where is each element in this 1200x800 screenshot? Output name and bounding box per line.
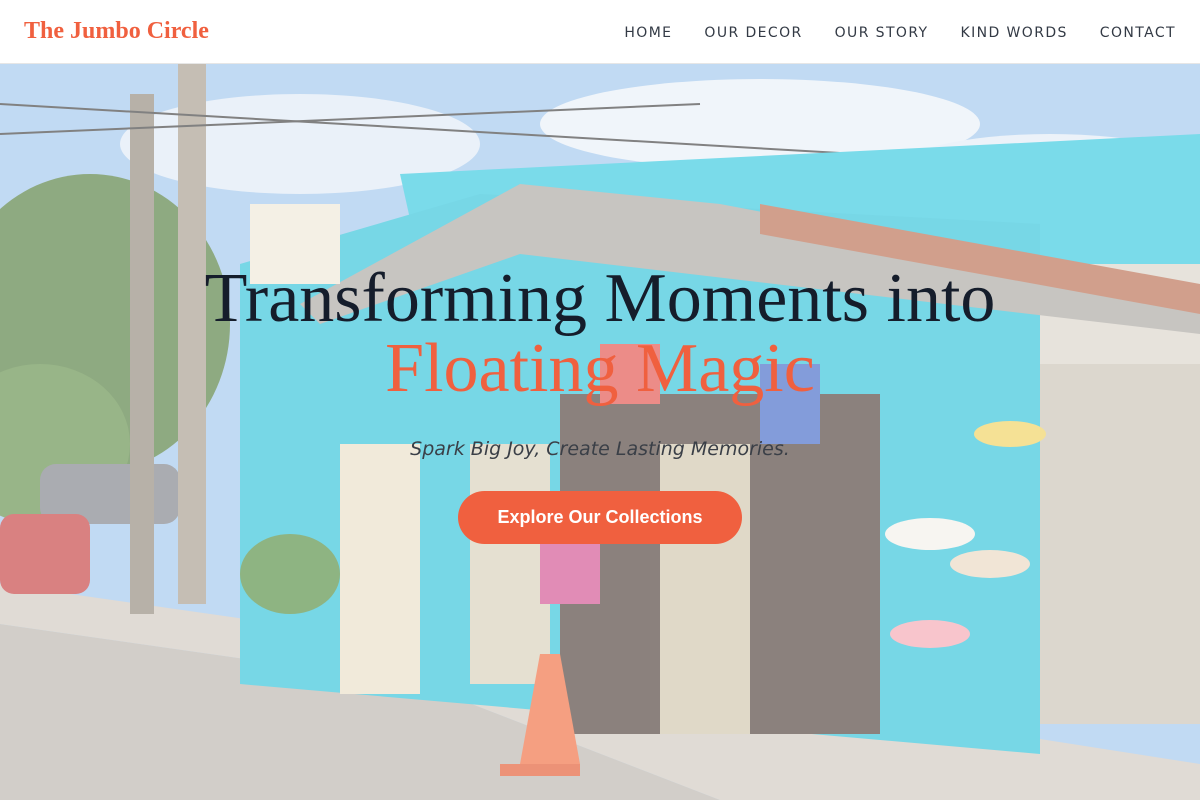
nav-item-kind-words: KIND WORDS xyxy=(961,22,1068,41)
hero-tagline: Spark Big Joy, Create Lasting Memories. xyxy=(410,438,790,460)
page: The Jumbo Circle HOME OUR DECOR OUR STOR… xyxy=(0,0,1200,800)
nav-link-kind-words[interactable]: KIND WORDS xyxy=(961,25,1068,41)
explore-collections-button[interactable]: Explore Our Collections xyxy=(458,491,742,544)
nav-item-our-decor: OUR DECOR xyxy=(704,22,802,41)
site-header: The Jumbo Circle HOME OUR DECOR OUR STOR… xyxy=(0,0,1200,64)
headline-line-2: Floating Magic xyxy=(385,330,815,407)
nav-link-our-decor[interactable]: OUR DECOR xyxy=(704,25,802,41)
nav-link-our-story[interactable]: OUR STORY xyxy=(835,25,929,41)
nav-item-home: HOME xyxy=(624,22,672,41)
hero-headline: Transforming Moments into Floating Magic xyxy=(0,264,1200,404)
nav-item-contact: CONTACT xyxy=(1100,22,1176,41)
nav-link-contact[interactable]: CONTACT xyxy=(1100,25,1176,41)
headline-line-1: Transforming Moments into xyxy=(204,260,996,337)
nav-item-our-story: OUR STORY xyxy=(835,22,929,41)
brand-logo[interactable]: The Jumbo Circle xyxy=(24,18,209,45)
main-nav: HOME OUR DECOR OUR STORY KIND WORDS CONT… xyxy=(624,22,1176,41)
hero-section: Transforming Moments into Floating Magic… xyxy=(0,64,1200,800)
nav-link-home[interactable]: HOME xyxy=(624,25,672,41)
hero-content: Transforming Moments into Floating Magic… xyxy=(0,64,1200,800)
